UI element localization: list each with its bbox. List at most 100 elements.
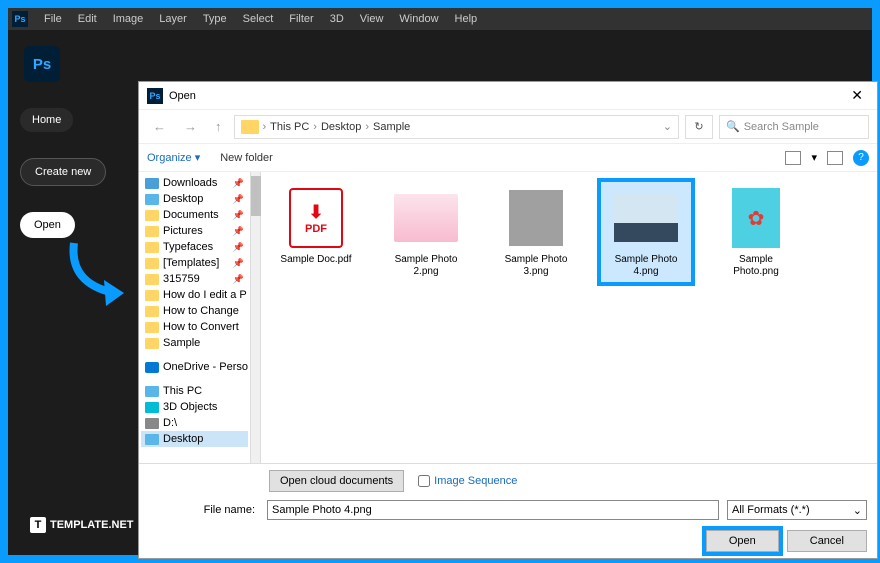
new-folder-button[interactable]: New folder: [220, 152, 273, 164]
chevron-down-icon: ⌄: [853, 504, 862, 517]
help-icon[interactable]: ?: [853, 150, 869, 166]
file-item[interactable]: Sample Photo 3.png: [491, 182, 581, 282]
tree-item[interactable]: How do I edit a P: [141, 287, 248, 303]
tree-item[interactable]: This PC: [141, 383, 248, 399]
tree-scrollbar[interactable]: [251, 172, 261, 463]
pin-icon: 📌: [233, 194, 244, 205]
crumb-pc[interactable]: This PC: [270, 121, 309, 133]
refresh-button[interactable]: ↻: [685, 115, 713, 139]
file-thumbnail: ⬇PDF: [284, 186, 348, 250]
tree-item[interactable]: Desktop📌: [141, 191, 248, 207]
menu-window[interactable]: Window: [391, 13, 446, 25]
menu-type[interactable]: Type: [195, 13, 235, 25]
create-new-button[interactable]: Create new: [20, 158, 106, 186]
breadcrumb[interactable]: › This PC › Desktop › Sample ⌄: [234, 115, 680, 139]
dialog-footer: Open cloud documents Image Sequence File…: [139, 463, 877, 558]
folder-icon: [145, 178, 159, 189]
menu-layer[interactable]: Layer: [151, 13, 195, 25]
tutorial-arrow: [64, 238, 134, 308]
tree-item[interactable]: Sample: [141, 335, 248, 351]
folder-icon: [145, 258, 159, 269]
up-icon[interactable]: ↑: [209, 119, 228, 134]
crumb-desktop[interactable]: Desktop: [321, 121, 361, 133]
folder-icon: [145, 242, 159, 253]
folder-icon: [145, 210, 159, 221]
ps-icon: Ps: [12, 11, 28, 27]
tree-item[interactable]: 3D Objects: [141, 399, 248, 415]
file-grid: ⬇PDF Sample Doc.pdf Sample Photo 2.png Samp…: [261, 172, 877, 463]
menu-select[interactable]: Select: [235, 13, 282, 25]
image-sequence-checkbox[interactable]: Image Sequence: [418, 475, 517, 487]
menu-help[interactable]: Help: [447, 13, 486, 25]
menu-image[interactable]: Image: [105, 13, 152, 25]
pin-icon: 📌: [233, 258, 244, 269]
image-sequence-input[interactable]: [418, 475, 430, 487]
folder-icon: [145, 194, 159, 205]
view-dropdown-icon[interactable]: ▾: [811, 151, 817, 164]
file-item[interactable]: ⬇PDF Sample Doc.pdf: [271, 182, 361, 270]
nav-row: ← → ↑ › This PC › Desktop › Sample ⌄ ↻ 🔍…: [139, 110, 877, 144]
file-name: Sample Photo 2.png: [385, 254, 467, 278]
file-thumbnail: [504, 186, 568, 250]
tree-item[interactable]: [Templates]📌: [141, 255, 248, 271]
open-cloud-button[interactable]: Open cloud documents: [269, 470, 404, 492]
folder-icon: [145, 386, 159, 397]
pin-icon: 📌: [233, 274, 244, 285]
file-item[interactable]: Sample Photo 2.png: [381, 182, 471, 282]
file-item[interactable]: ✿Sample Photo.png: [711, 182, 801, 282]
search-input[interactable]: 🔍 Search Sample: [719, 115, 869, 139]
tree-item[interactable]: OneDrive - Person: [141, 359, 248, 375]
cancel-button[interactable]: Cancel: [787, 530, 867, 552]
file-name: Sample Photo 3.png: [495, 254, 577, 278]
file-thumbnail: ✿: [724, 186, 788, 250]
dialog-titlebar: Ps Open ✕: [139, 82, 877, 110]
home-tab[interactable]: Home: [20, 108, 73, 132]
file-name: Sample Doc.pdf: [280, 254, 351, 266]
folder-icon: [145, 418, 159, 429]
view-icon[interactable]: [785, 151, 801, 165]
open-button[interactable]: Open: [20, 212, 75, 238]
tree-item[interactable]: Pictures📌: [141, 223, 248, 239]
folder-icon: [145, 290, 159, 301]
chevron-down-icon[interactable]: ⌄: [663, 120, 672, 133]
close-icon[interactable]: ✕: [845, 87, 869, 104]
menu-file[interactable]: File: [36, 13, 70, 25]
filename-label: File name:: [149, 504, 259, 516]
pin-icon: 📌: [233, 226, 244, 237]
menu-filter[interactable]: Filter: [281, 13, 321, 25]
search-icon: 🔍: [726, 120, 740, 133]
menu-edit[interactable]: Edit: [70, 13, 105, 25]
organize-menu[interactable]: Organize ▾: [147, 151, 200, 164]
folder-icon: [145, 362, 159, 373]
folder-icon: [145, 306, 159, 317]
pin-icon: 📌: [233, 242, 244, 253]
pin-icon: 📌: [233, 178, 244, 189]
folder-icon: [145, 322, 159, 333]
ps-logo: Ps: [24, 46, 60, 82]
watermark: TTEMPLATE.NET: [30, 517, 134, 533]
tree-item[interactable]: Documents📌: [141, 207, 248, 223]
filename-input[interactable]: [267, 500, 719, 520]
open-confirm-button[interactable]: Open: [706, 530, 779, 552]
tree-item[interactable]: D:\: [141, 415, 248, 431]
preview-pane-icon[interactable]: [827, 151, 843, 165]
folder-icon: [145, 338, 159, 349]
format-select[interactable]: All Formats (*.*) ⌄: [727, 500, 867, 520]
file-item[interactable]: Sample Photo 4.png: [601, 182, 691, 282]
menu-view[interactable]: View: [352, 13, 392, 25]
tree-item[interactable]: Typefaces📌: [141, 239, 248, 255]
forward-icon[interactable]: →: [178, 119, 203, 134]
tree-item[interactable]: Desktop: [141, 431, 248, 447]
tree-item[interactable]: How to Change: [141, 303, 248, 319]
crumb-sample[interactable]: Sample: [373, 121, 410, 133]
menu-3d[interactable]: 3D: [322, 13, 352, 25]
tree-item[interactable]: Downloads📌: [141, 175, 248, 191]
back-icon[interactable]: ←: [147, 119, 172, 134]
tree-item[interactable]: 315759📌: [141, 271, 248, 287]
file-name: Sample Photo 4.png: [605, 254, 687, 278]
toolbar: Organize ▾ New folder ▾ ?: [139, 144, 877, 172]
file-thumbnail: [614, 186, 678, 250]
tree-item[interactable]: How to Convert: [141, 319, 248, 335]
folder-tree[interactable]: Downloads📌Desktop📌Documents📌Pictures📌Typ…: [139, 172, 251, 463]
folder-icon: [145, 274, 159, 285]
